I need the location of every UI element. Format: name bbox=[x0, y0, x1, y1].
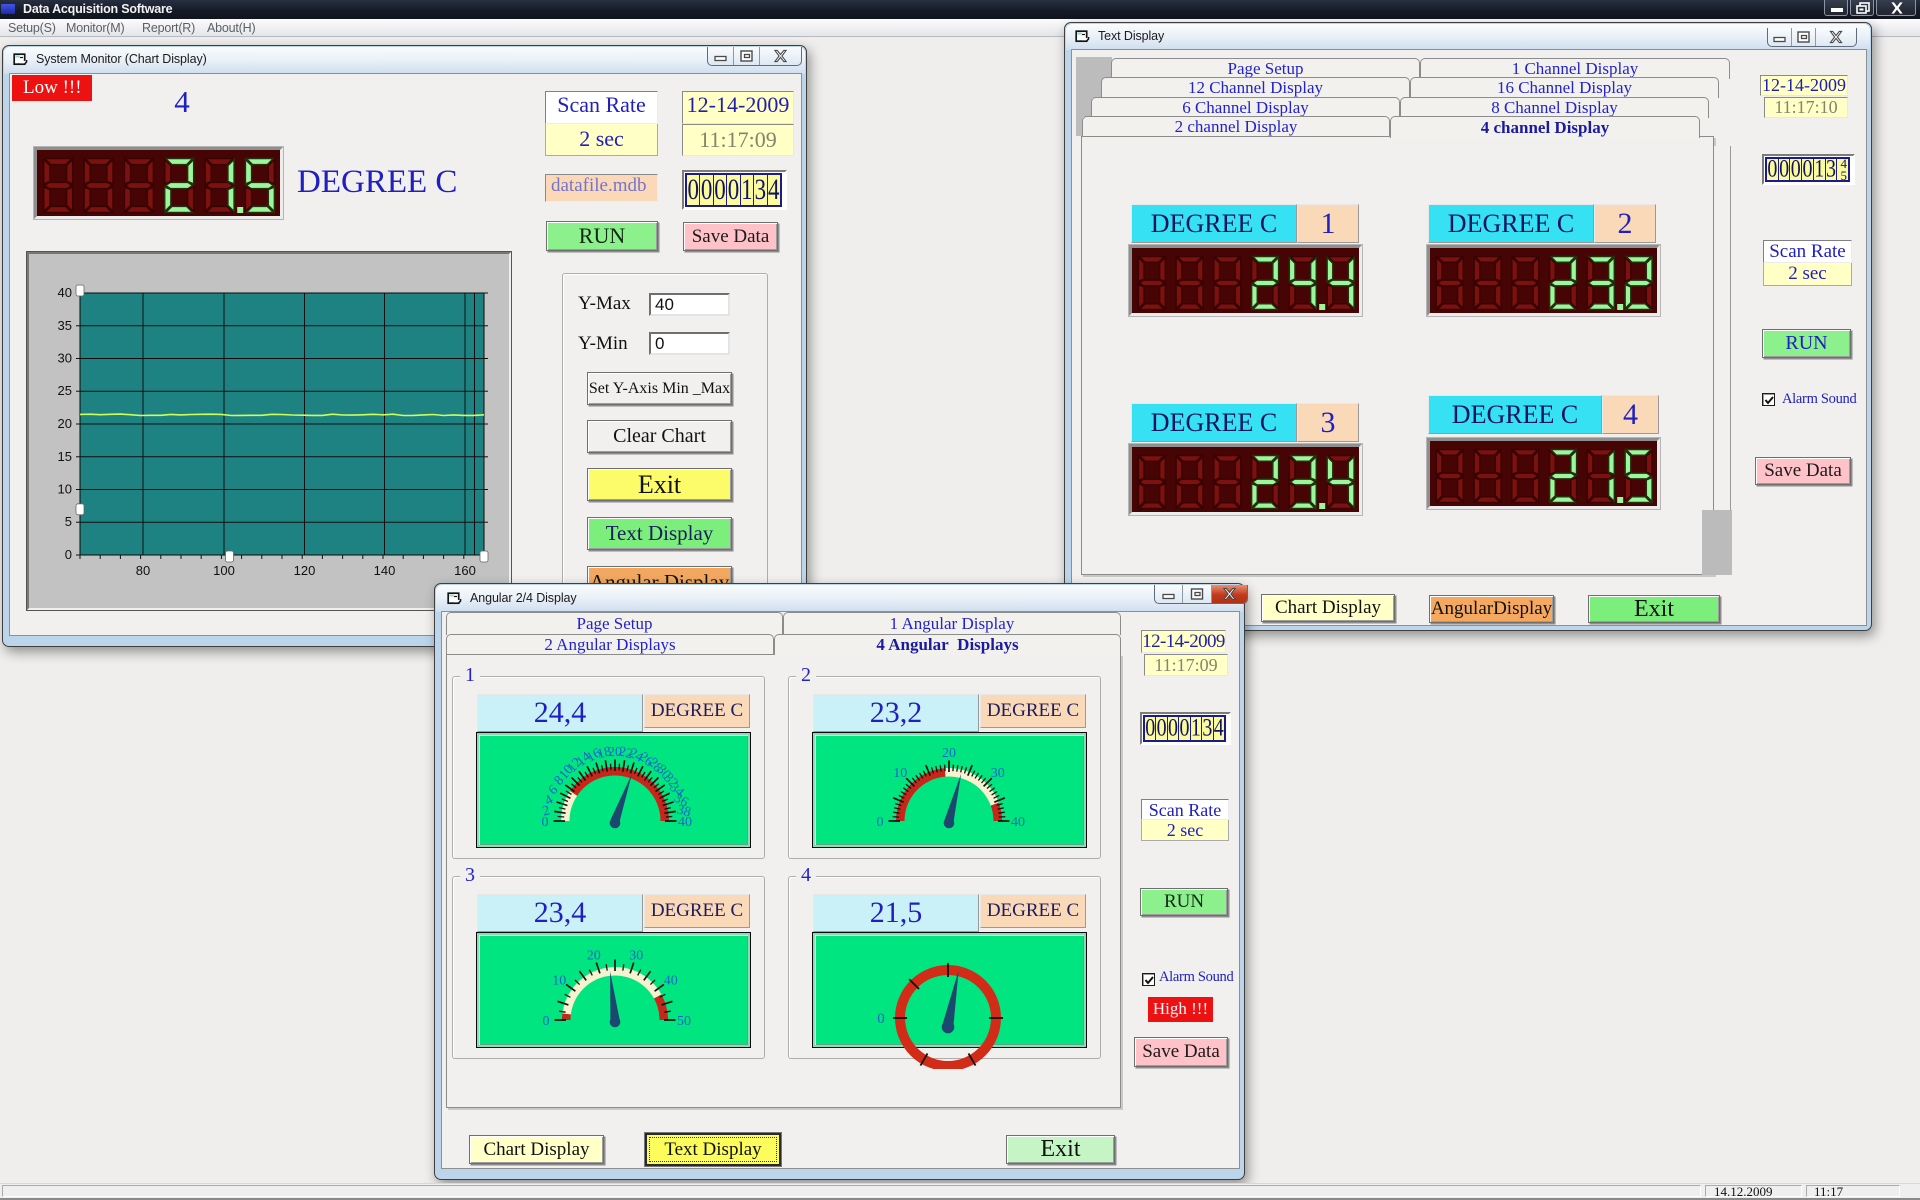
svg-text:80: 80 bbox=[136, 563, 150, 578]
svg-text:10: 10 bbox=[552, 973, 566, 988]
svg-text:40: 40 bbox=[1011, 815, 1025, 830]
svg-text:0: 0 bbox=[543, 1014, 550, 1029]
svg-text:20: 20 bbox=[587, 948, 601, 963]
svg-text:30: 30 bbox=[991, 766, 1005, 781]
svg-text:0: 0 bbox=[877, 1011, 885, 1027]
svg-text:140: 140 bbox=[374, 563, 396, 578]
svg-text:10: 10 bbox=[893, 766, 907, 781]
svg-text:0: 0 bbox=[877, 815, 884, 830]
svg-text:40: 40 bbox=[678, 815, 692, 830]
svg-text:35: 35 bbox=[58, 318, 72, 333]
svg-text:20: 20 bbox=[942, 746, 956, 761]
svg-text:0: 0 bbox=[65, 547, 72, 562]
svg-text:120: 120 bbox=[294, 563, 316, 578]
svg-text:100: 100 bbox=[213, 563, 235, 578]
svg-text:20: 20 bbox=[58, 416, 72, 431]
svg-text:30: 30 bbox=[629, 948, 643, 963]
svg-text:25: 25 bbox=[58, 383, 72, 398]
svg-text:160: 160 bbox=[454, 563, 476, 578]
svg-text:5: 5 bbox=[65, 514, 72, 529]
svg-text:50: 50 bbox=[677, 1014, 691, 1029]
svg-text:40: 40 bbox=[664, 973, 678, 988]
svg-text:30: 30 bbox=[58, 351, 72, 366]
svg-text:10: 10 bbox=[58, 482, 72, 497]
svg-text:40: 40 bbox=[58, 285, 72, 300]
svg-text:15: 15 bbox=[58, 449, 72, 464]
